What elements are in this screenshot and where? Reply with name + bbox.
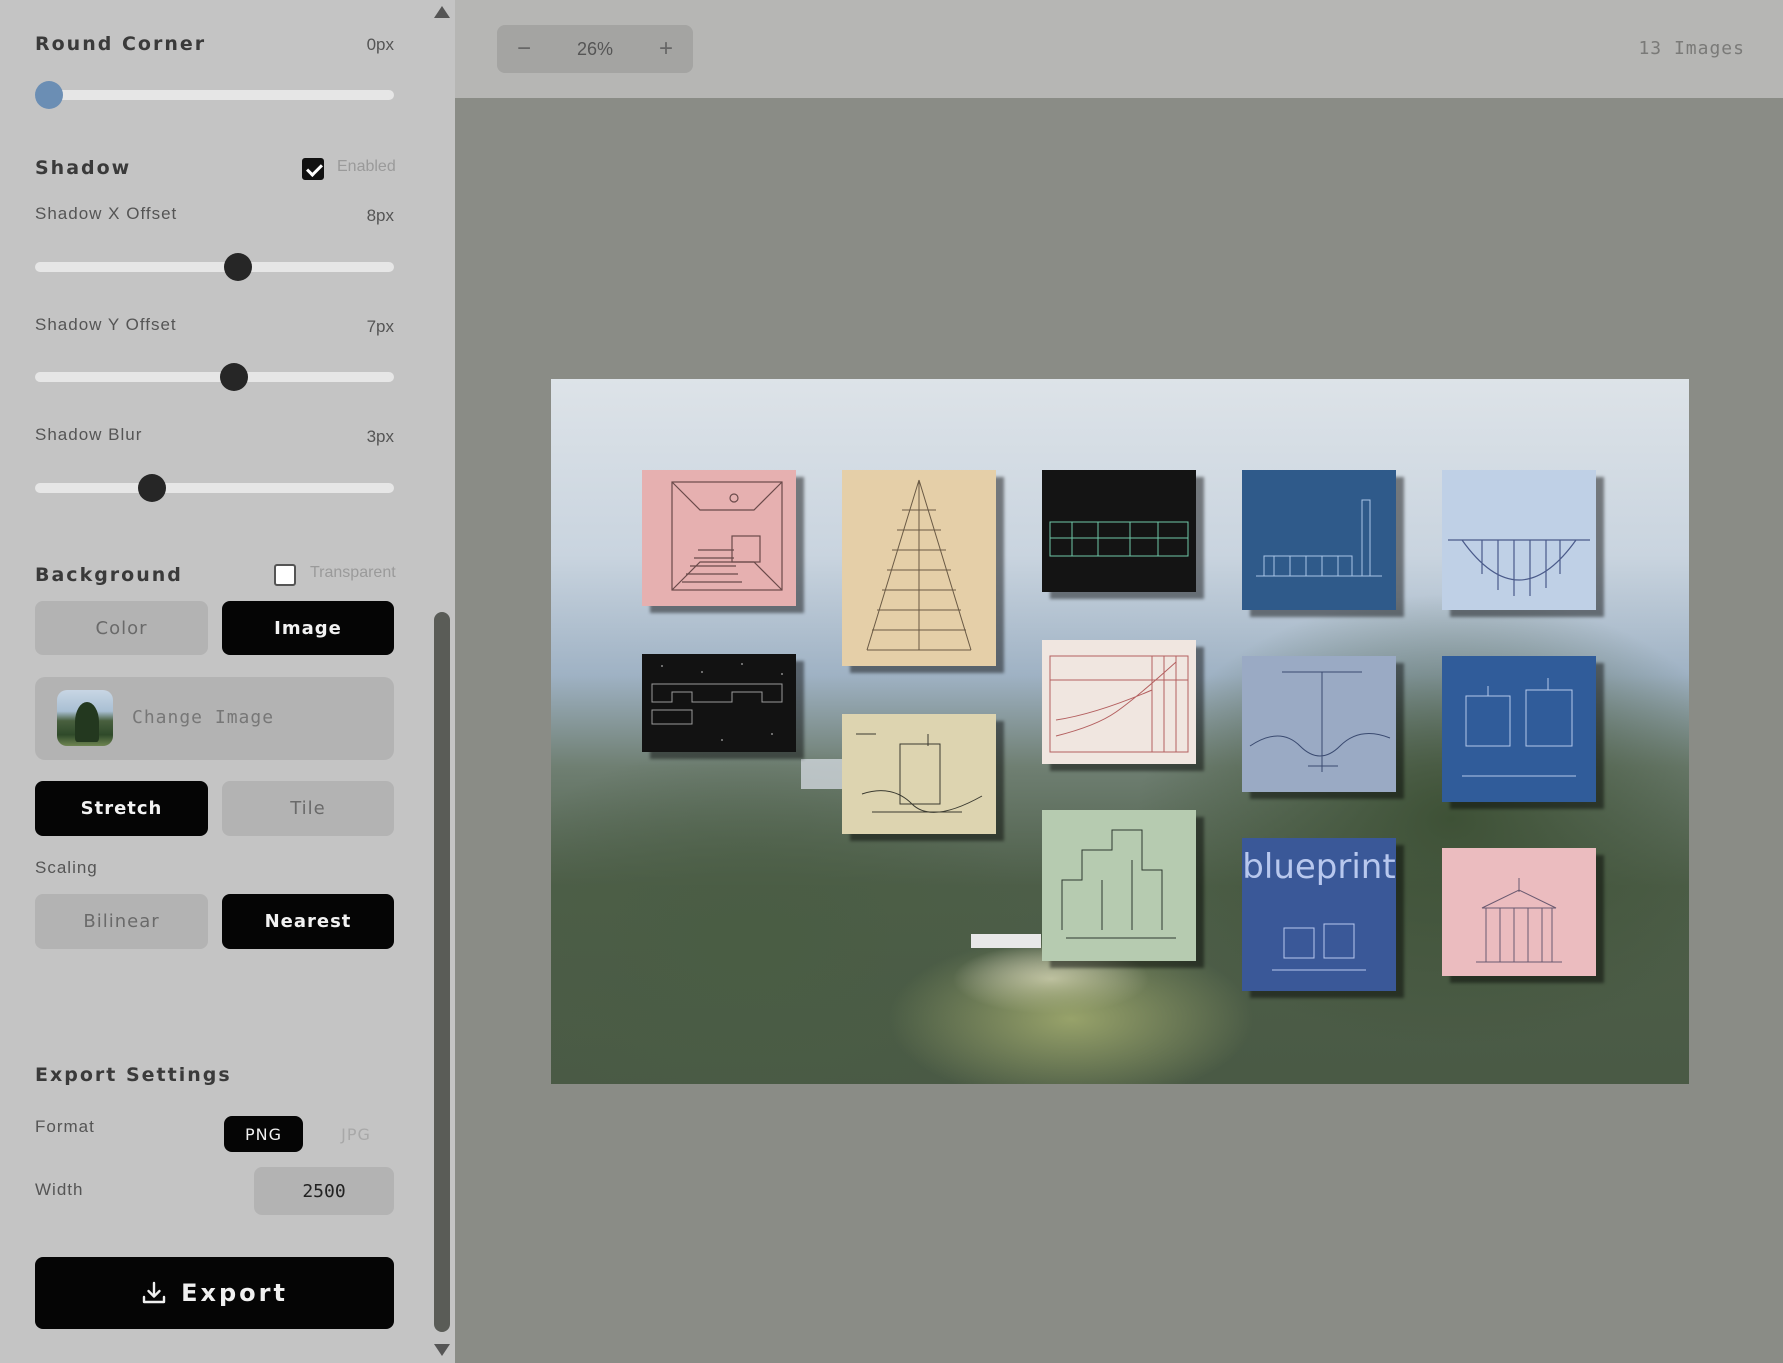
image-card-black-dots[interactable]: [642, 654, 796, 752]
width-label: Width: [35, 1180, 84, 1199]
scroll-up-arrow-icon[interactable]: [434, 6, 450, 18]
export-settings-title: Export Settings: [35, 1064, 232, 1086]
shadow-enabled-checkbox[interactable]: [302, 158, 324, 180]
image-card-pink-staircase-room[interactable]: [642, 470, 796, 606]
export-button[interactable]: Export: [35, 1257, 394, 1329]
stretch-button[interactable]: Stretch: [35, 781, 208, 836]
format-label: Format: [35, 1117, 95, 1136]
sidebar-scrollbar[interactable]: [429, 0, 455, 1363]
format-png-button[interactable]: PNG: [224, 1116, 303, 1152]
image-card-blueprint[interactable]: blueprint: [1242, 838, 1396, 991]
shadow-y-offset-slider[interactable]: [35, 363, 394, 391]
round-corner-label: Round Corner: [35, 33, 207, 55]
background-image-button[interactable]: Image: [222, 601, 394, 655]
shadow-x-offset-label: Shadow X Offset: [35, 204, 178, 223]
round-corner-slider[interactable]: [35, 81, 394, 109]
preview-toolbar: − 26% + 13 Images: [455, 0, 1783, 98]
shadow-x-offset-slider[interactable]: [35, 253, 394, 281]
shadow-y-offset-label: Shadow Y Offset: [35, 315, 177, 334]
scaling-label: Scaling: [35, 858, 98, 877]
image-card-tan-tower[interactable]: [842, 470, 996, 666]
change-image-button[interactable]: Change Image: [35, 677, 394, 760]
bilinear-button[interactable]: Bilinear: [35, 894, 208, 949]
settings-sidebar: Round Corner 0px Shadow Enabled Shadow X…: [0, 0, 429, 1363]
image-card-lightblue-bridge[interactable]: [1442, 470, 1596, 610]
scroll-down-arrow-icon[interactable]: [434, 1344, 450, 1356]
image-count: 13 Images: [1638, 38, 1745, 59]
nearest-button[interactable]: Nearest: [222, 894, 394, 949]
plus-icon[interactable]: +: [659, 35, 673, 63]
blueprint-card-text: blueprint: [1242, 847, 1395, 887]
image-card-pink-temple[interactable]: [1442, 848, 1596, 976]
shadow-y-offset-value: 7px: [366, 317, 394, 336]
background-transparent-checkbox[interactable]: [274, 564, 296, 586]
tile-button[interactable]: Tile: [222, 781, 394, 836]
zoom-value: 26%: [576, 38, 614, 59]
image-card-blue-plans[interactable]: [1442, 656, 1596, 802]
shadow-x-offset-value: 8px: [366, 206, 394, 225]
background-color-button[interactable]: Color: [35, 601, 208, 655]
round-corner-value: 0px: [366, 35, 394, 54]
background-image-thumbnail: [57, 690, 113, 746]
preview-canvas[interactable]: blueprint: [551, 379, 1689, 1084]
shadow-blur-label: Shadow Blur: [35, 425, 143, 444]
shadow-blur-slider-thumb[interactable]: [137, 474, 166, 502]
width-input[interactable]: 2500: [254, 1167, 394, 1215]
round-corner-slider-thumb[interactable]: [35, 81, 63, 109]
shadow-y-offset-slider-thumb[interactable]: [220, 363, 249, 391]
export-button-label: Export: [181, 1279, 288, 1307]
scrollbar-thumb[interactable]: [434, 612, 450, 1332]
zoom-control: − 26% +: [497, 25, 693, 73]
shadow-section-title: Shadow: [35, 157, 132, 179]
image-card-white-chart[interactable]: [1042, 640, 1196, 764]
background-transparent-label: Transparent: [310, 564, 396, 581]
background-cloud: [971, 934, 1041, 948]
download-icon: [141, 1280, 167, 1306]
image-card-slate-tower[interactable]: [1242, 656, 1396, 792]
change-image-label: Change Image: [132, 707, 275, 728]
minus-icon[interactable]: −: [517, 35, 531, 63]
shadow-blur-slider[interactable]: [35, 474, 394, 502]
shadow-x-offset-slider-thumb[interactable]: [223, 253, 252, 281]
background-section-title: Background: [35, 564, 183, 586]
shadow-enabled-label: Enabled: [337, 158, 396, 175]
format-jpg-button[interactable]: JPG: [318, 1116, 394, 1152]
image-card-sage-drawing[interactable]: [1042, 810, 1196, 961]
image-card-black-circuit[interactable]: [1042, 470, 1196, 592]
image-card-blue-building[interactable]: [1242, 470, 1396, 610]
image-card-cream-sketch[interactable]: [842, 714, 996, 834]
shadow-blur-value: 3px: [366, 427, 394, 446]
